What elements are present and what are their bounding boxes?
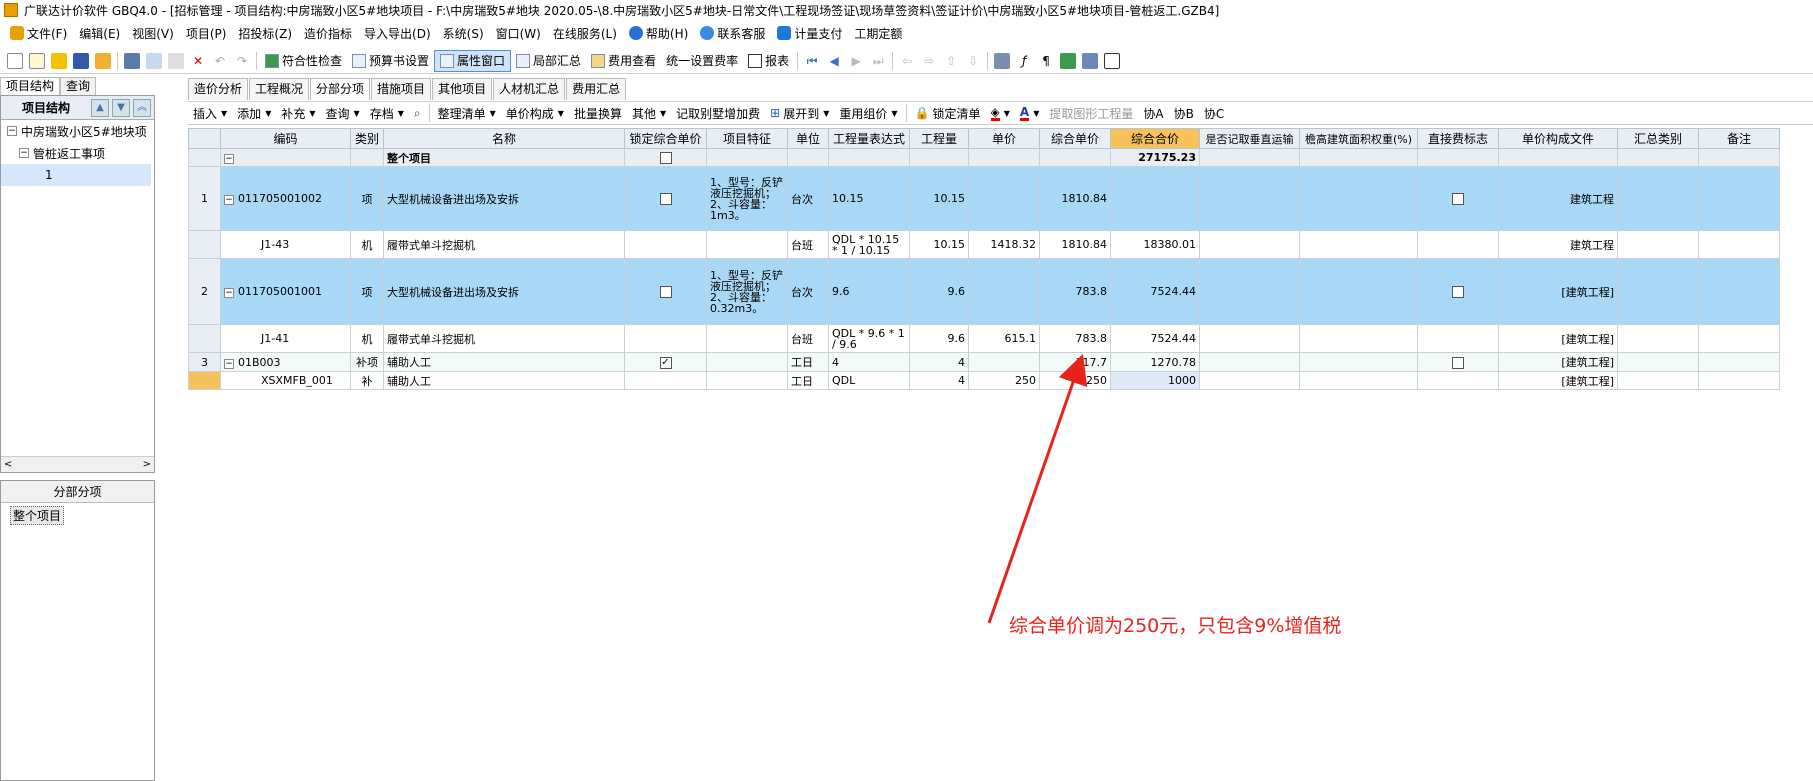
annotation-text: 综合单价调为250元，只包含9%增值税 bbox=[1009, 615, 1342, 637]
annotation-arrow bbox=[987, 353, 1088, 624]
